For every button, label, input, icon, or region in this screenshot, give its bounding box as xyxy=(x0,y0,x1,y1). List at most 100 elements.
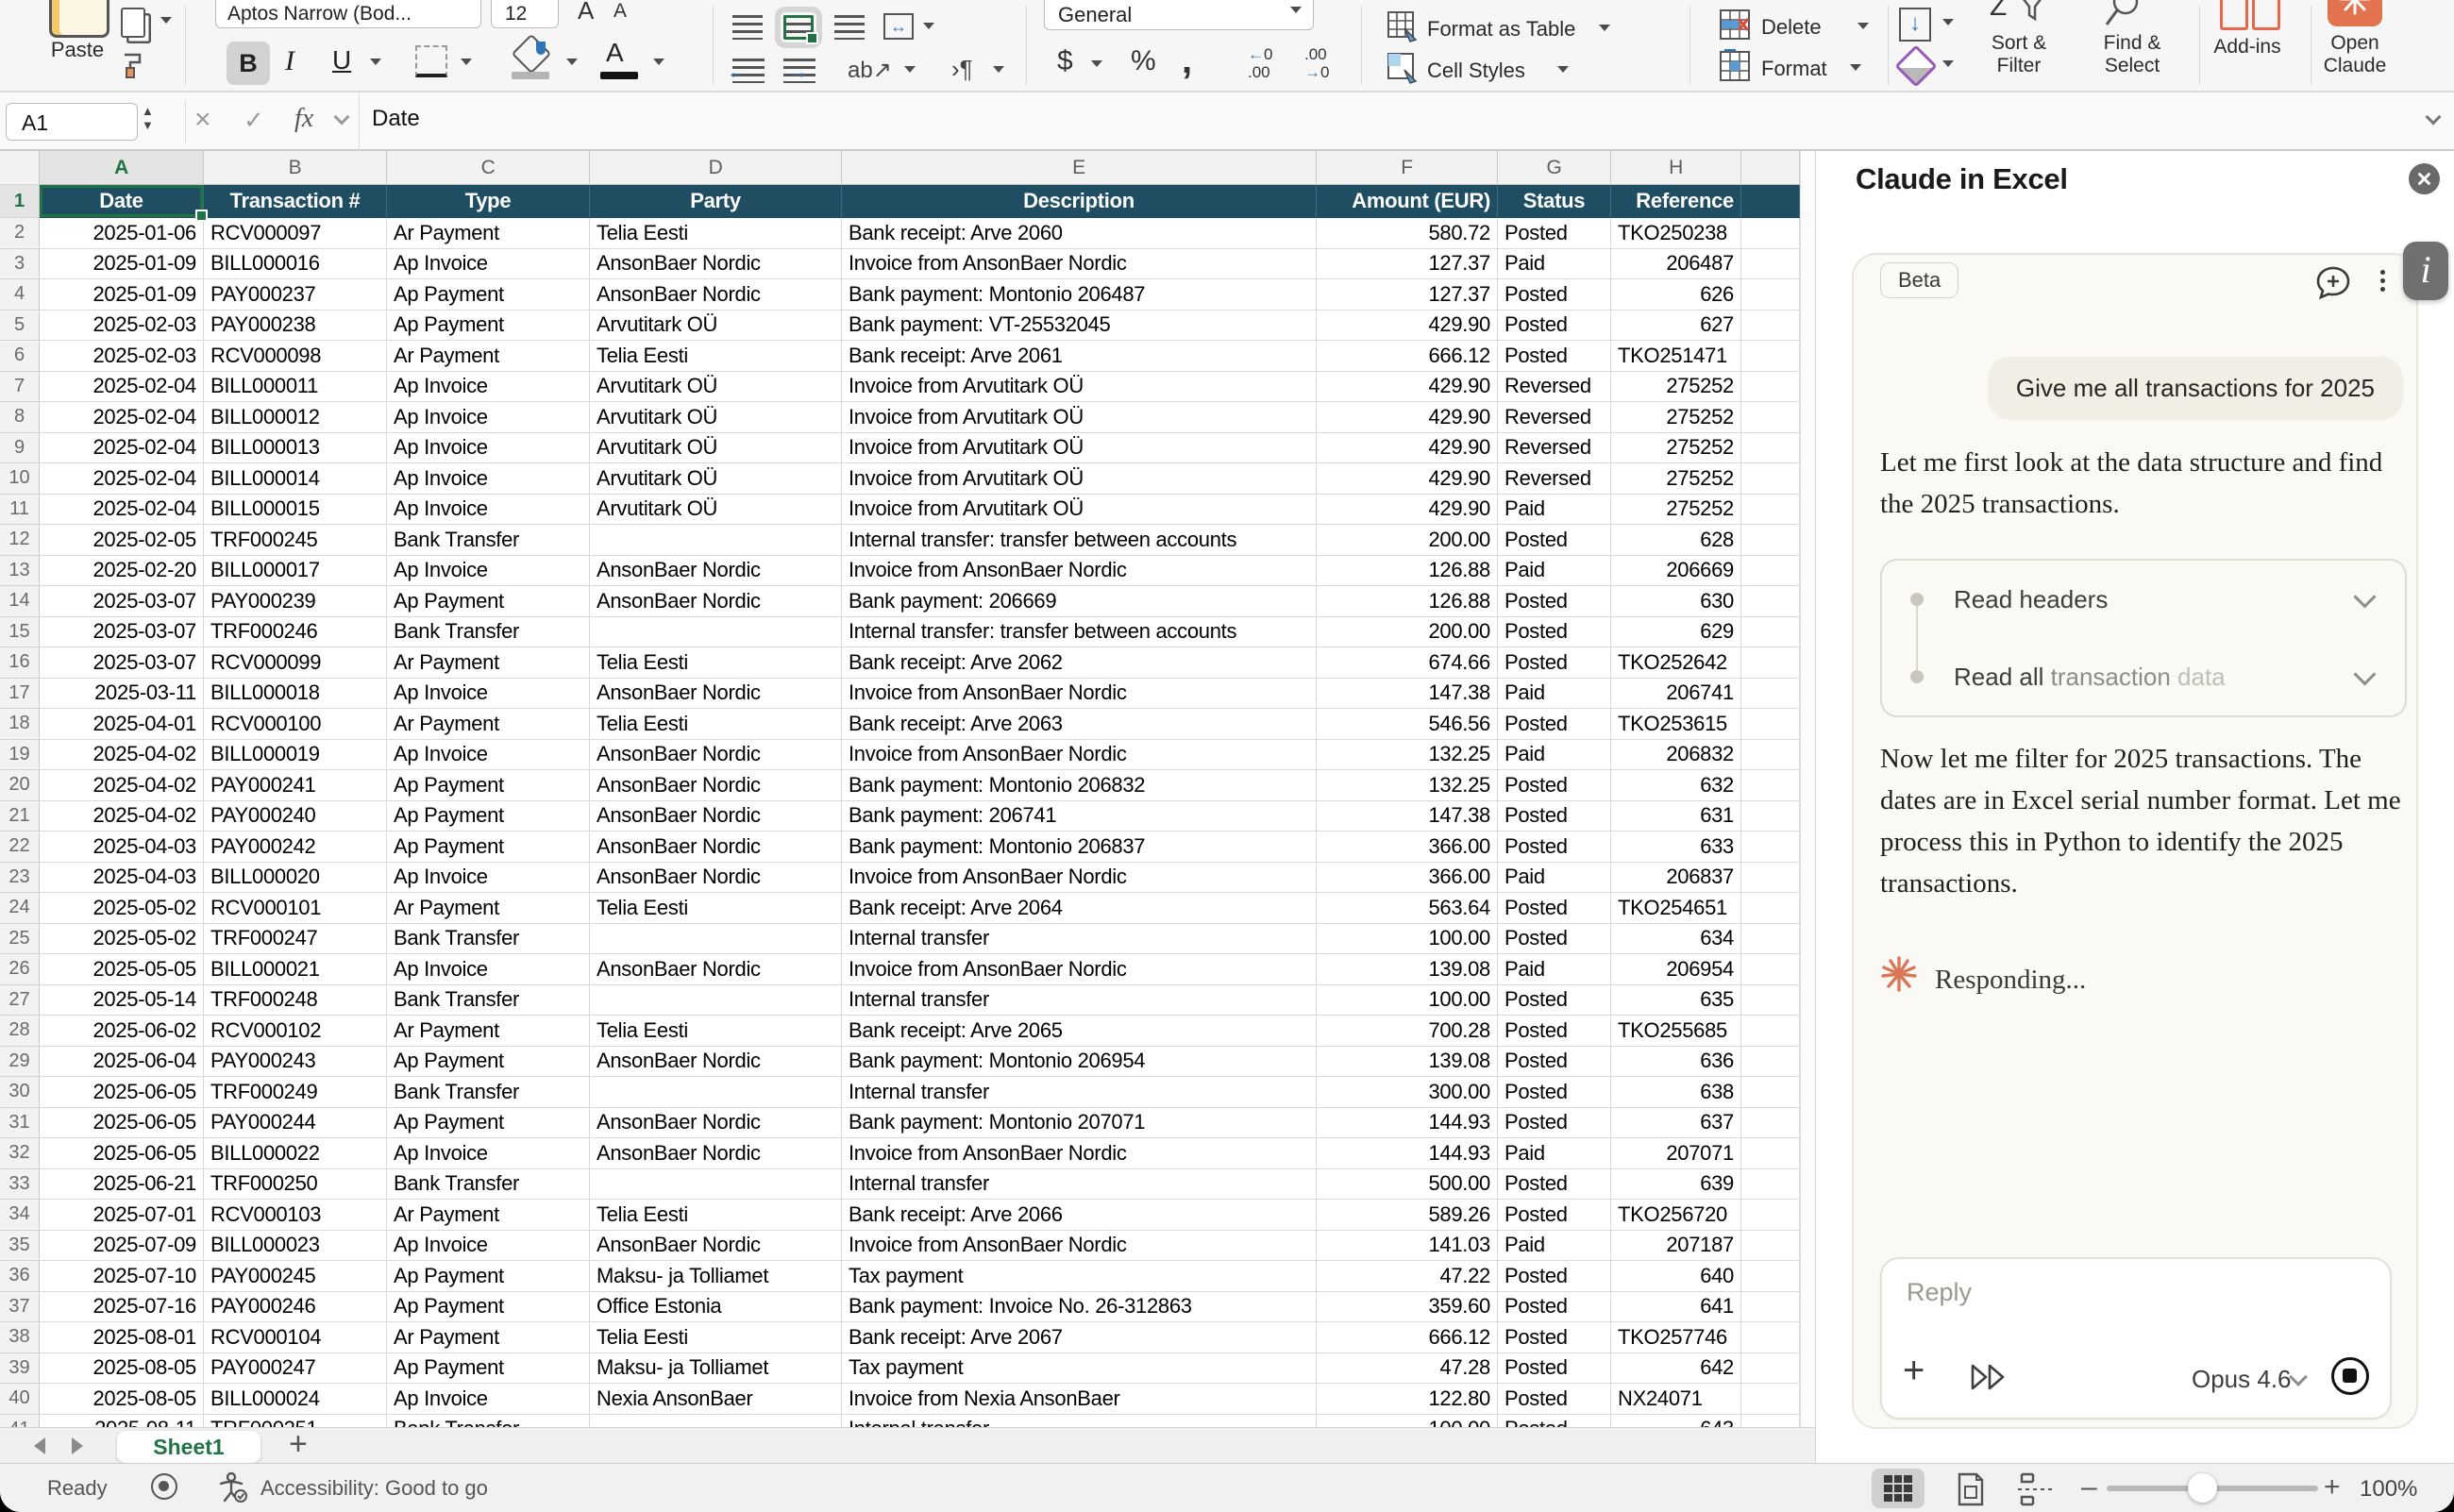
cell[interactable]: Tax payment xyxy=(842,1261,1317,1292)
cell[interactable]: Ap Payment xyxy=(387,1353,590,1385)
cell[interactable]: Bank receipt: Arve 2065 xyxy=(842,1016,1317,1047)
cell[interactable]: Posted xyxy=(1498,1200,1611,1231)
reply-input[interactable]: Reply + Opus 4.6 xyxy=(1880,1257,2392,1420)
cell[interactable]: 634 xyxy=(1611,924,1741,955)
fill-color-icon[interactable] xyxy=(512,34,551,74)
cell[interactable]: 2025-02-04 xyxy=(40,372,204,403)
zoom-level[interactable]: 100% xyxy=(2360,1476,2417,1503)
row-header[interactable]: 17 xyxy=(0,679,40,710)
cell[interactable]: BILL000015 xyxy=(204,495,387,526)
row-header[interactable]: 41 xyxy=(0,1415,40,1428)
cell[interactable]: Posted xyxy=(1498,832,1611,863)
cell[interactable] xyxy=(1741,617,1800,648)
row-header[interactable]: 7 xyxy=(0,372,40,403)
cell[interactable]: 636 xyxy=(1611,1047,1741,1078)
cell[interactable]: 2025-02-04 xyxy=(40,433,204,464)
cell[interactable]: 2025-06-21 xyxy=(40,1169,204,1201)
fill-dropdown-icon[interactable] xyxy=(566,59,578,65)
cell[interactable]: TRF000250 xyxy=(204,1169,387,1201)
cell[interactable]: Posted xyxy=(1498,1077,1611,1108)
cell[interactable]: Bank Transfer xyxy=(387,617,590,648)
cell[interactable]: Bank receipt: Arve 2066 xyxy=(842,1200,1317,1231)
select-all-corner[interactable] xyxy=(0,151,40,185)
cell[interactable]: Posted xyxy=(1498,1292,1611,1323)
cell[interactable] xyxy=(1741,954,1800,985)
cell[interactable]: PAY000238 xyxy=(204,311,387,342)
cell[interactable]: RCV000099 xyxy=(204,647,387,679)
cell[interactable] xyxy=(1741,985,1800,1016)
cell[interactable]: AnsonBaer Nordic xyxy=(590,801,842,832)
cell[interactable]: Ap Invoice xyxy=(387,1138,590,1169)
zoom-out-button[interactable]: – xyxy=(2081,1471,2097,1504)
find-select-button[interactable]: Find &Select xyxy=(2080,32,2184,77)
cell[interactable]: 700.28 xyxy=(1317,1016,1498,1047)
cell[interactable] xyxy=(1741,495,1800,526)
cell[interactable]: 2025-01-09 xyxy=(40,279,204,311)
cell[interactable]: 275252 xyxy=(1611,433,1741,464)
cell[interactable]: Arvutitark OÜ xyxy=(590,402,842,433)
cell[interactable]: Ap Invoice xyxy=(387,1231,590,1262)
cell[interactable]: Telia Eesti xyxy=(590,893,842,924)
header-cell[interactable]: Type xyxy=(387,185,590,218)
cell[interactable]: AnsonBaer Nordic xyxy=(590,679,842,710)
cell[interactable]: Nexia AnsonBaer xyxy=(590,1384,842,1415)
cell[interactable]: Ar Payment xyxy=(387,893,590,924)
chevron-down-icon[interactable] xyxy=(2353,663,2376,685)
cell[interactable]: 2025-02-03 xyxy=(40,311,204,342)
cell[interactable] xyxy=(1741,1108,1800,1139)
format-as-table-dropdown-icon[interactable] xyxy=(1599,25,1610,31)
cell[interactable]: 207071 xyxy=(1611,1138,1741,1169)
row-header[interactable]: 10 xyxy=(0,463,40,495)
column-header-G[interactable]: G xyxy=(1498,151,1611,185)
cell[interactable]: TKO251471 xyxy=(1611,341,1741,372)
cell[interactable]: Internal transfer: transfer between acco… xyxy=(842,617,1317,648)
cell[interactable]: 2025-08-01 xyxy=(40,1322,204,1353)
cell[interactable]: 2025-02-05 xyxy=(40,525,204,556)
cell[interactable]: AnsonBaer Nordic xyxy=(590,1138,842,1169)
cell[interactable] xyxy=(1741,1384,1800,1415)
cell[interactable]: 2025-02-03 xyxy=(40,341,204,372)
cell[interactable]: 2025-05-02 xyxy=(40,893,204,924)
cell[interactable]: Bank payment: Montonio 206954 xyxy=(842,1047,1317,1078)
row-header[interactable]: 13 xyxy=(0,556,40,587)
cell[interactable]: 2025-02-04 xyxy=(40,495,204,526)
cell[interactable]: Ap Invoice xyxy=(387,402,590,433)
cell[interactable]: Ap Invoice xyxy=(387,433,590,464)
wrap-text-icon[interactable]: ↔ xyxy=(883,13,914,40)
cell[interactable]: RCV000097 xyxy=(204,218,387,249)
borders-icon[interactable] xyxy=(415,45,447,77)
cell[interactable]: 126.88 xyxy=(1317,586,1498,617)
cell[interactable]: TRF000247 xyxy=(204,924,387,955)
selected-cell[interactable]: Date xyxy=(40,185,204,218)
paste-button[interactable]: Paste xyxy=(28,38,126,62)
cell[interactable]: Ar Payment xyxy=(387,1016,590,1047)
clear-icon[interactable] xyxy=(1894,44,1937,87)
row-header[interactable]: 6 xyxy=(0,341,40,372)
row-header[interactable]: 40 xyxy=(0,1384,40,1415)
cell[interactable]: 206954 xyxy=(1611,954,1741,985)
increase-font-icon[interactable]: A xyxy=(578,0,594,25)
column-header-B[interactable]: B xyxy=(204,151,387,185)
cell[interactable]: Ap Payment xyxy=(387,1108,590,1139)
fx-dropdown-icon[interactable] xyxy=(334,109,350,126)
cell[interactable]: Arvutitark OÜ xyxy=(590,372,842,403)
cell[interactable]: 207187 xyxy=(1611,1231,1741,1262)
cell[interactable]: 2025-08-05 xyxy=(40,1384,204,1415)
cell[interactable]: 127.37 xyxy=(1317,279,1498,311)
cell[interactable]: AnsonBaer Nordic xyxy=(590,1108,842,1139)
cell[interactable]: 2025-05-05 xyxy=(40,954,204,985)
cell[interactable] xyxy=(1741,1292,1800,1323)
cell[interactable]: Bank receipt: Arve 2063 xyxy=(842,709,1317,740)
cell[interactable]: Bank receipt: Arve 2064 xyxy=(842,893,1317,924)
cell[interactable]: Ap Payment xyxy=(387,832,590,863)
cell[interactable]: Bank receipt: Arve 2062 xyxy=(842,647,1317,679)
cell[interactable] xyxy=(1741,770,1800,801)
row-header[interactable]: 32 xyxy=(0,1138,40,1169)
cell[interactable]: Ap Invoice xyxy=(387,463,590,495)
row-header[interactable]: 21 xyxy=(0,801,40,832)
cell[interactable]: Bank payment: Montonio 206832 xyxy=(842,770,1317,801)
column-header-C[interactable]: C xyxy=(387,151,590,185)
cell[interactable]: 630 xyxy=(1611,586,1741,617)
cell[interactable]: Bank payment: 206741 xyxy=(842,801,1317,832)
cell[interactable]: 275252 xyxy=(1611,372,1741,403)
